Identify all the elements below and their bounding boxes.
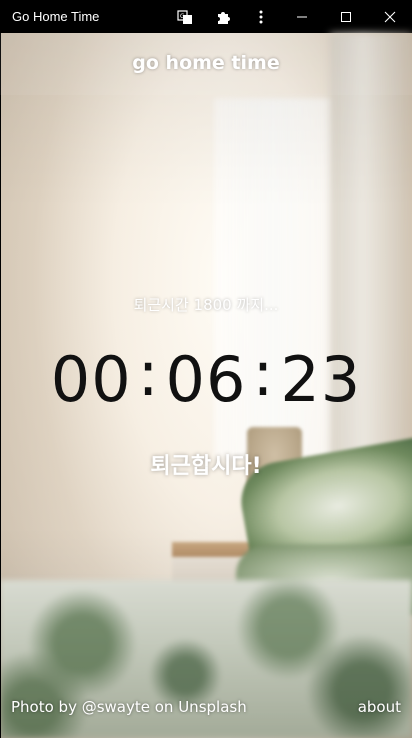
more-vertical-icon: [259, 10, 263, 23]
translate-button[interactable]: G: [166, 0, 204, 33]
menu-button[interactable]: [242, 0, 280, 33]
close-button[interactable]: [368, 0, 412, 33]
timer-separator: :: [252, 337, 275, 410]
maximize-icon: [341, 11, 351, 22]
maximize-button[interactable]: [324, 0, 368, 33]
until-time-label: 퇴근시간 1800 까지...: [133, 296, 279, 314]
minimize-icon: [297, 16, 307, 17]
close-icon: [384, 11, 396, 22]
app-window: Go Home Time G go home time 퇴근시간 1800 까지…: [0, 0, 412, 738]
app-title: go home time: [132, 52, 280, 74]
window-title: Go Home Time: [12, 9, 100, 24]
countdown-timer: 00:06:23: [0, 337, 412, 420]
title-bar[interactable]: Go Home Time G: [0, 0, 412, 33]
translate-icon: G: [177, 9, 192, 24]
timer-hours: 00: [50, 343, 132, 416]
timer-separator: :: [137, 337, 160, 410]
extensions-button[interactable]: [204, 0, 242, 33]
about-link[interactable]: about: [358, 698, 401, 716]
go-home-message: 퇴근합시다!: [150, 454, 262, 479]
puzzle-icon: [218, 11, 230, 24]
timer-minutes: 06: [165, 343, 247, 416]
timer-seconds: 23: [280, 343, 362, 416]
svg-text:G: G: [180, 13, 185, 20]
photo-credit[interactable]: Photo by @swayte on Unsplash: [11, 698, 247, 716]
minimize-button[interactable]: [280, 0, 324, 33]
